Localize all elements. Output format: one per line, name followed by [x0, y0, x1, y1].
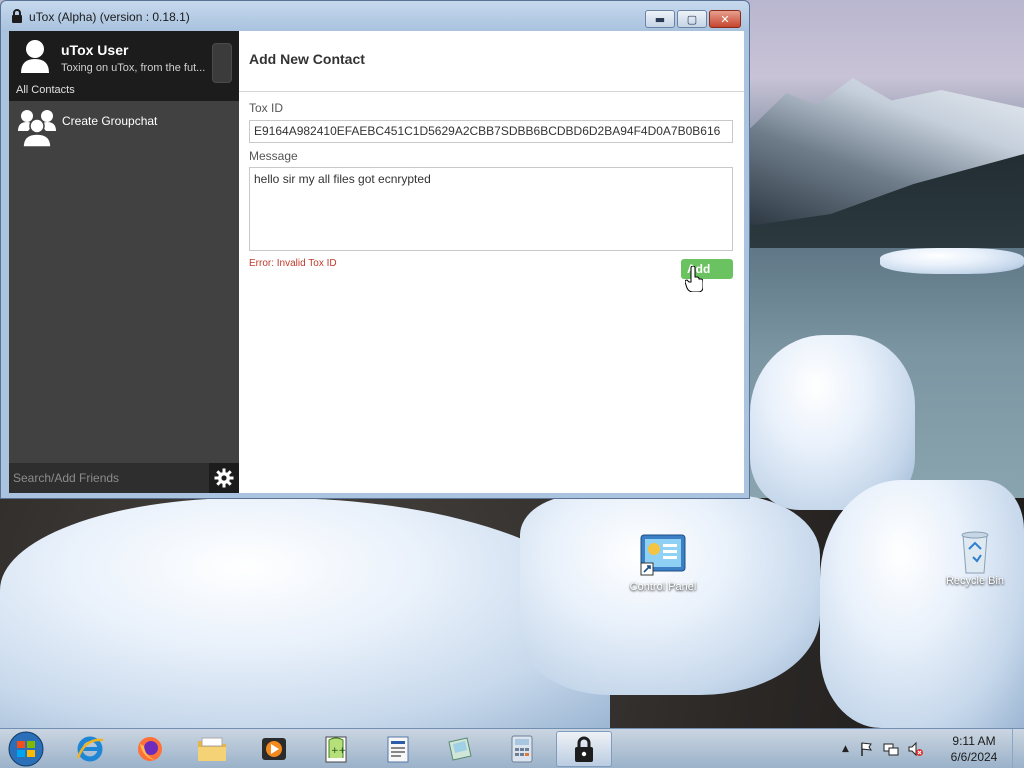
- taskbar-sticky-notes[interactable]: [432, 731, 488, 767]
- utox-window: uTox (Alpha) (version : 0.18.1) ▬ ▢ ✕ uT…: [0, 0, 750, 499]
- desktop-icon-control-panel[interactable]: Control Panel: [618, 533, 708, 593]
- self-profile[interactable]: uTox User Toxing on uTox, from the fut..…: [9, 31, 239, 101]
- self-status-message: Toxing on uTox, from the fut...: [61, 62, 206, 74]
- action-center-flag-icon[interactable]: [859, 741, 875, 757]
- recycle-bin-icon: [951, 527, 999, 574]
- taskbar: ++ ▲ 9:11 AM 6/6/2024: [0, 728, 1024, 768]
- group-icon: [18, 110, 56, 147]
- create-groupchat-label: Create Groupchat: [62, 114, 158, 128]
- control-panel-icon: [639, 533, 687, 577]
- page-title: Add New Contact: [249, 51, 365, 67]
- taskbar-calculator[interactable]: [494, 731, 550, 767]
- media-player-icon: [262, 738, 286, 760]
- taskbar-wordpad[interactable]: [370, 731, 426, 767]
- wordpad-icon: [387, 736, 409, 763]
- search-bar: [9, 463, 209, 493]
- tox-id-label: Tox ID: [249, 101, 284, 115]
- hand-cursor-icon: [685, 266, 703, 292]
- internet-explorer-icon: [76, 736, 104, 762]
- create-groupchat-item[interactable]: Create Groupchat: [9, 101, 239, 151]
- desktop-icon-label: Recycle Bin: [945, 575, 1005, 587]
- sticky-notes-icon: [448, 737, 472, 761]
- calculator-icon: [511, 735, 533, 763]
- clock-time: 9:11 AM: [952, 734, 996, 748]
- error-message: Error: Invalid Tox ID: [249, 258, 337, 269]
- tox-id-field[interactable]: E9164A982410EFAEBC451C1D5629A2CBB7SDBB6B…: [249, 120, 733, 143]
- avatar-icon: [21, 40, 49, 73]
- start-button[interactable]: [6, 730, 46, 768]
- desktop-icon-label: Control Panel: [629, 581, 697, 593]
- windows-logo-icon: [8, 731, 44, 767]
- window-title: uTox (Alpha) (version : 0.18.1): [29, 10, 190, 24]
- settings-button[interactable]: [209, 463, 239, 493]
- maximize-button[interactable]: ▢: [677, 10, 707, 28]
- minimize-button[interactable]: ▬: [645, 10, 675, 28]
- desktop-icon-recycle-bin[interactable]: Recycle Bin: [930, 527, 1020, 587]
- lock-icon: [12, 9, 22, 23]
- file-explorer-icon: [198, 737, 226, 761]
- taskbar-utox[interactable]: [556, 731, 612, 767]
- self-name: uTox User: [61, 42, 129, 58]
- contact-filter-label[interactable]: All Contacts: [16, 84, 75, 96]
- window-titlebar[interactable]: uTox (Alpha) (version : 0.18.1) ▬ ▢ ✕: [1, 1, 749, 31]
- taskbar-file-explorer[interactable]: [184, 731, 240, 767]
- show-hidden-icons-icon[interactable]: ▲: [842, 744, 849, 754]
- search-add-friends-input[interactable]: [9, 463, 209, 493]
- wallpaper-ice: [820, 480, 1024, 728]
- close-button[interactable]: ✕: [709, 10, 741, 28]
- taskbar-internet-explorer[interactable]: [62, 731, 118, 767]
- message-label: Message: [249, 149, 298, 163]
- network-icon[interactable]: [883, 741, 899, 757]
- message-field[interactable]: hello sir my all files got ecnrypted: [249, 167, 733, 251]
- show-desktop-button[interactable]: [1012, 729, 1024, 768]
- notepad-plus-icon: ++: [325, 736, 347, 763]
- utox-icon: [575, 736, 593, 762]
- gear-icon: [214, 468, 234, 488]
- header-divider: [239, 91, 744, 92]
- system-clock[interactable]: 9:11 AM 6/6/2024: [944, 733, 1004, 765]
- status-button[interactable]: [212, 43, 232, 83]
- window-client: uTox User Toxing on uTox, from the fut..…: [9, 31, 744, 493]
- wallpaper-ice: [880, 248, 1024, 274]
- taskbar-firefox[interactable]: [122, 731, 178, 767]
- taskbar-notepad-plus[interactable]: ++: [308, 731, 364, 767]
- clock-date: 6/6/2024: [950, 750, 998, 764]
- volume-muted-icon[interactable]: [907, 741, 923, 757]
- wallpaper-ice: [520, 495, 820, 695]
- svg-text:++: ++: [331, 746, 346, 756]
- firefox-icon: [138, 737, 162, 761]
- system-tray: ▲: [842, 739, 923, 759]
- add-contact-panel: Add New Contact Tox ID E9164A982410EFAEB…: [239, 31, 744, 493]
- taskbar-media-player[interactable]: [246, 731, 302, 767]
- sidebar: uTox User Toxing on uTox, from the fut..…: [9, 31, 239, 493]
